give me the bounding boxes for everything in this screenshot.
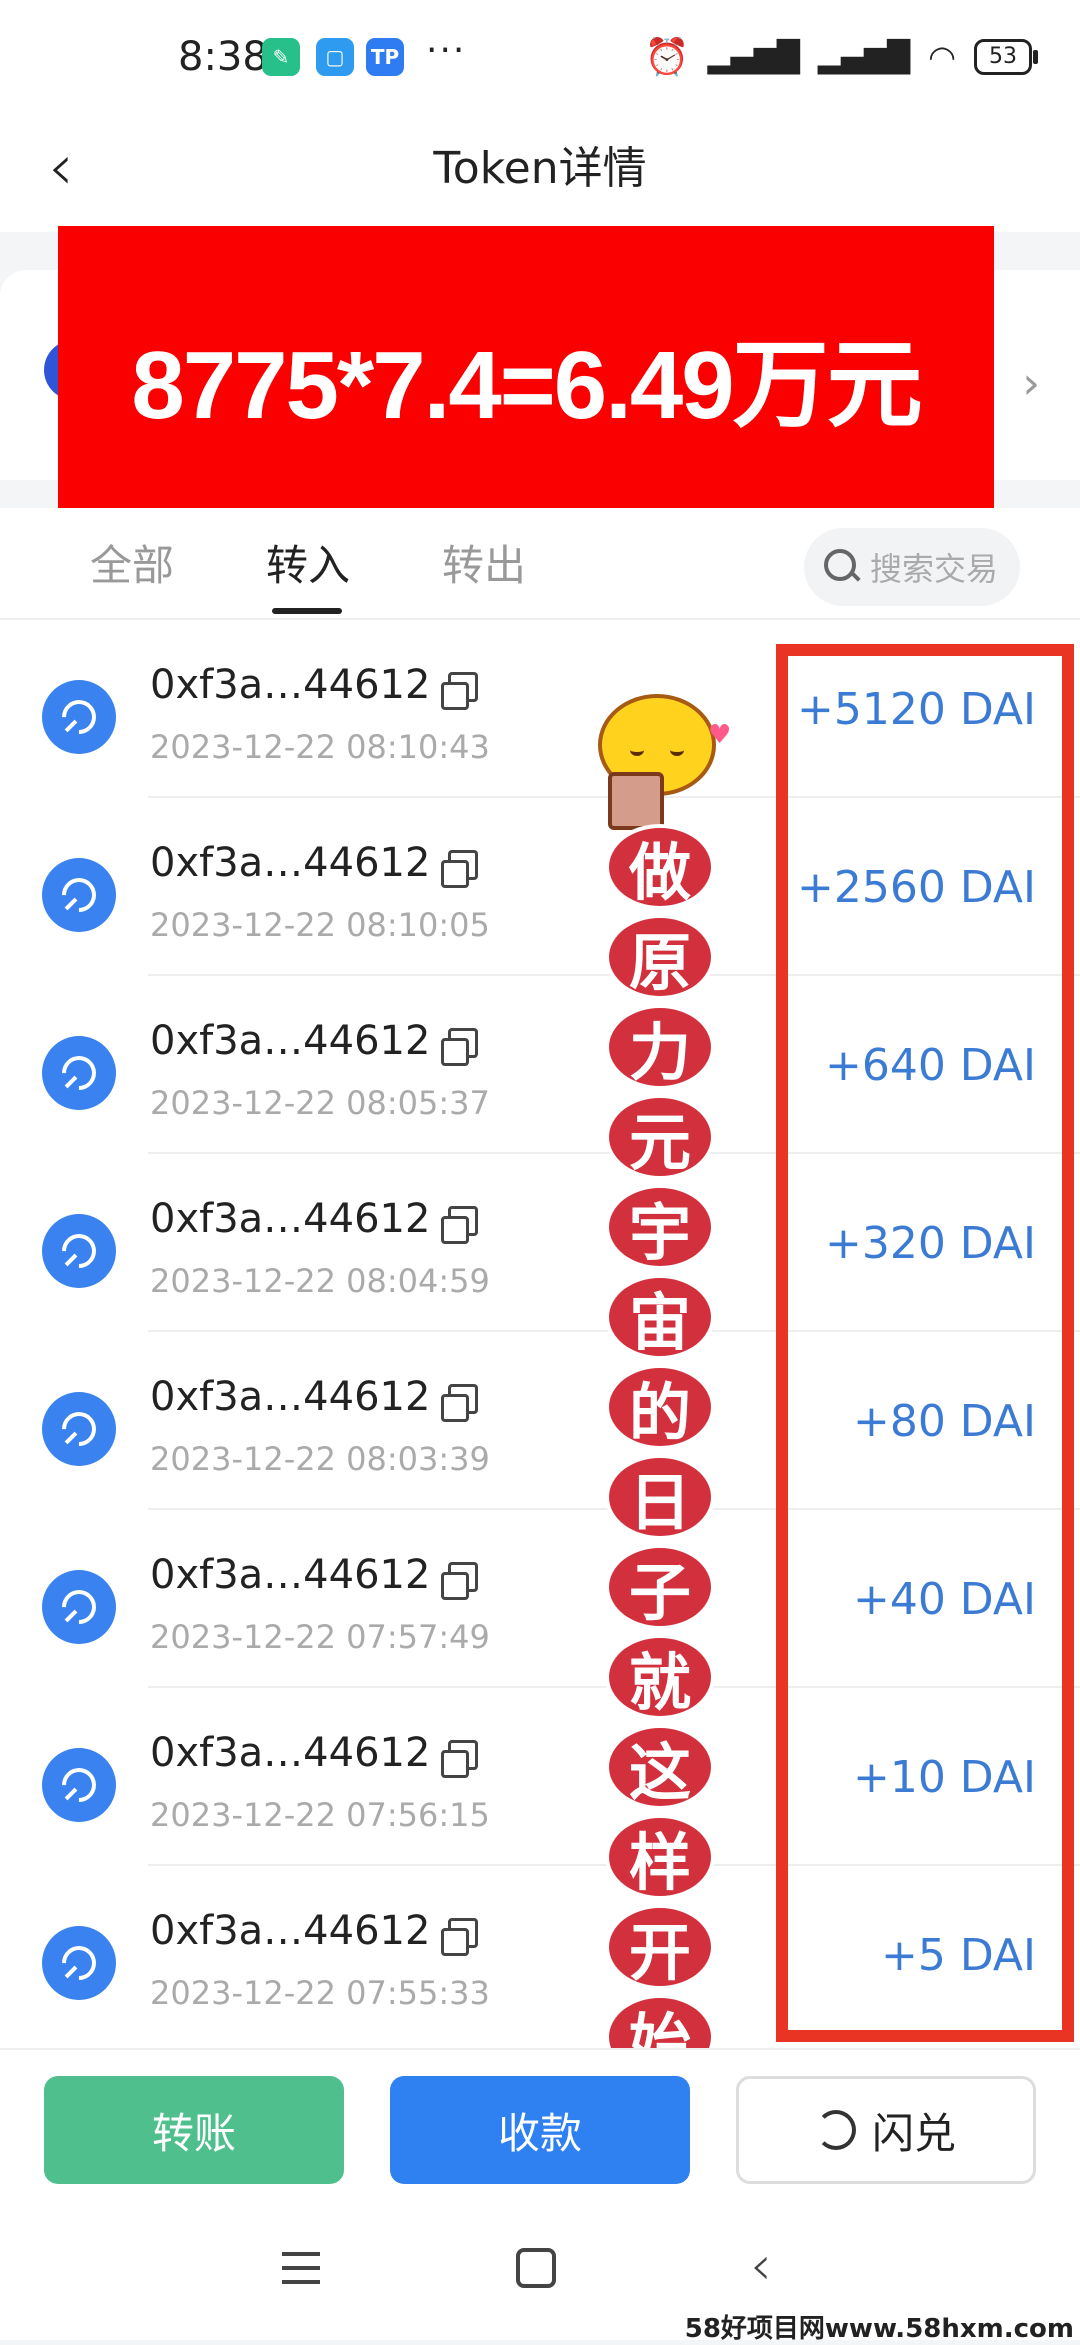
watermark: 58好项目网www.58hxm.com <box>684 2314 1074 2344</box>
tx-time: 2023-12-22 07:57:49 <box>150 1618 490 1656</box>
tx-time: 2023-12-22 08:04:59 <box>150 1262 490 1300</box>
sticker-char: 样 <box>605 1814 715 1900</box>
tx-time: 2023-12-22 08:03:39 <box>150 1440 490 1478</box>
receive-button[interactable]: 收款 <box>390 2076 690 2184</box>
amount-highlight-box <box>776 644 1074 2042</box>
battery-icon: 53 <box>974 39 1038 75</box>
signal-icon: ▂▄▆█ <box>707 39 800 75</box>
sticker-char: 宇 <box>605 1184 715 1270</box>
active-tab-indicator <box>272 608 342 614</box>
incoming-tx-icon <box>42 680 116 754</box>
tx-time: 2023-12-22 08:10:05 <box>150 906 490 944</box>
sticker-char: 这 <box>605 1724 715 1810</box>
tab-outgoing[interactable]: 转出 <box>442 532 526 593</box>
copy-icon[interactable] <box>441 672 478 710</box>
heart-icon: ♥ <box>708 720 732 750</box>
tx-address: 0xf3a…44612 <box>150 1552 431 1598</box>
tx-address: 0xf3a…44612 <box>150 1018 431 1064</box>
menu-icon[interactable] <box>282 2252 320 2284</box>
copy-icon[interactable] <box>441 850 478 888</box>
sticker-char: 做 <box>605 824 715 910</box>
status-right-group: ⏰ ▂▄▆█ ▂▄▆█ ◠ 53 <box>644 36 1038 78</box>
sticker-char: 开 <box>605 1904 715 1990</box>
tx-address: 0xf3a…44612 <box>150 1196 431 1242</box>
sticker-char: 子 <box>605 1544 715 1630</box>
search-placeholder: 搜索交易 <box>870 550 999 588</box>
tx-address: 0xf3a…44612 <box>150 662 431 708</box>
tx-address: 0xf3a…44612 <box>150 1730 431 1776</box>
tx-address: 0xf3a…44612 <box>150 840 431 886</box>
action-bar: 转账 收款 闪兑 <box>0 2048 1080 2200</box>
sticker-char: 力 <box>605 1004 715 1090</box>
page-title: Token详情 <box>433 143 647 194</box>
copy-icon[interactable] <box>441 1384 478 1422</box>
search-icon <box>824 549 860 585</box>
sticker-char: 的 <box>605 1364 715 1450</box>
incoming-tx-icon <box>42 1214 116 1288</box>
chevron-right-icon: › <box>1022 358 1040 409</box>
search-input[interactable]: 搜索交易 <box>804 528 1020 606</box>
cat-eye <box>630 744 644 756</box>
tx-time: 2023-12-22 08:05:37 <box>150 1084 490 1122</box>
swap-label: 闪兑 <box>871 2108 956 2158</box>
tx-time: 2023-12-22 07:56:15 <box>150 1796 490 1834</box>
back-nav-icon[interactable]: ‹ <box>750 2234 772 2297</box>
wifi-icon: ◠ <box>928 38 956 76</box>
status-time: 8:38 <box>178 34 268 80</box>
incoming-tx-icon <box>42 1036 116 1110</box>
copy-icon[interactable] <box>441 1740 478 1778</box>
home-icon[interactable] <box>516 2248 556 2288</box>
transfer-button[interactable]: 转账 <box>44 2076 344 2184</box>
tab-incoming[interactable]: 转入 <box>266 532 350 593</box>
copy-icon[interactable] <box>441 1918 478 1956</box>
tx-time: 2023-12-22 08:10:43 <box>150 728 490 766</box>
cat-eye <box>670 744 684 756</box>
more-notifications-icon: ··· <box>426 30 467 71</box>
incoming-tx-icon <box>42 1570 116 1644</box>
cat-sticker-icon: ♥ <box>590 684 731 830</box>
tab-all[interactable]: 全部 <box>90 532 174 593</box>
tx-address: 0xf3a…44612 <box>150 1908 431 1954</box>
sticker-char: 宙 <box>605 1274 715 1360</box>
signal-icon-2: ▂▄▆█ <box>817 39 911 75</box>
copy-icon[interactable] <box>441 1562 478 1600</box>
system-nav-bar: ‹ 58好项目网www.58hxm.com <box>0 2198 1080 2344</box>
sticker-char: 原 <box>605 914 715 1000</box>
swap-button[interactable]: 闪兑 <box>736 2076 1036 2184</box>
green-app-icon: ✎ <box>262 38 300 76</box>
incoming-tx-icon <box>42 1392 116 1466</box>
sticker-char: 日 <box>605 1454 715 1540</box>
overlay-banner: 8775*7.4=6.49万元 <box>58 226 994 526</box>
incoming-tx-icon <box>42 1748 116 1822</box>
tx-address: 0xf3a…44612 <box>150 1374 431 1420</box>
tab-bar: 全部 转入 转出 搜索交易 <box>0 508 1080 620</box>
copy-icon[interactable] <box>441 1028 478 1066</box>
alarm-icon: ⏰ <box>644 37 690 78</box>
blue-app-icon: ▢ <box>316 38 354 76</box>
tx-time: 2023-12-22 07:55:33 <box>150 1974 490 2012</box>
navbar: ‹ Token详情 <box>0 120 1080 232</box>
sticker-text: 做 原 力 元 宇 宙 的 日 子 就 这 样 开 始 了 <box>600 820 720 2170</box>
incoming-tx-icon <box>42 858 116 932</box>
incoming-tx-icon <box>42 1926 116 2000</box>
sticker-char: 元 <box>605 1094 715 1180</box>
swap-icon <box>815 2110 856 2150</box>
status-bar: 8:38 ✎ ▢ TP ··· ⏰ ▂▄▆█ ▂▄▆█ ◠ 53 <box>0 0 1080 120</box>
sticker-char: 就 <box>605 1634 715 1720</box>
copy-icon[interactable] <box>441 1206 478 1244</box>
tp-app-icon: TP <box>366 38 404 76</box>
